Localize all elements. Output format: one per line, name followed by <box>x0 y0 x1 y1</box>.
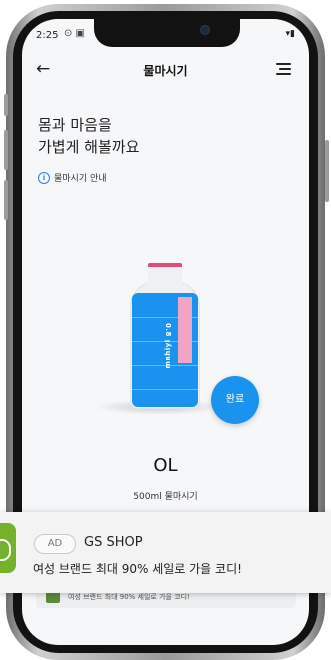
info-link[interactable]: i 물마시기 안내 <box>38 171 107 184</box>
done-button[interactable]: 완료 <box>211 376 259 424</box>
volume-down-button <box>4 180 8 220</box>
heading-line-1: 몸과 마음을 <box>38 116 112 134</box>
status-time: 2:25 <box>36 30 59 41</box>
status-icons: ⊙ ▣ <box>64 28 86 39</box>
bottle-label <box>178 297 192 363</box>
water-amount: OL <box>153 455 178 476</box>
water-level-line <box>132 389 198 390</box>
water-amount-subtitle: 500ml 물마시기 <box>133 492 198 502</box>
hamburger-menu-icon[interactable] <box>276 63 291 75</box>
ad-brand-name: GS SHOP <box>84 535 143 550</box>
gs-shop-logo-icon <box>0 523 16 573</box>
ad-badge: AD <box>34 534 76 554</box>
heading-line-2: 가볍게 해볼까요 <box>38 138 140 156</box>
ad-banner[interactable]: AD GS SHOP 여성 브랜드 최대 90% 세일로 가을 코디! <box>0 512 331 593</box>
ad-text: 여성 브랜드 최대 90% 세일로 가을 코디! <box>33 562 242 576</box>
page-title: 물마시기 <box>143 64 188 78</box>
notch <box>94 19 240 47</box>
info-link-label: 물마시기 안내 <box>54 174 107 184</box>
power-button <box>325 140 329 202</box>
mute-switch <box>4 94 8 116</box>
info-icon: i <box>38 171 50 184</box>
volume-up-button <box>4 130 8 170</box>
main-heading: 몸과 마음을 가볍게 해볼까요 <box>38 114 139 158</box>
bottle-cap <box>148 263 182 289</box>
camera-icon <box>200 25 210 35</box>
battery-wifi-icon: ▾▮ <box>285 29 295 39</box>
bottle-label-text: 0.8 ꞁʎᴉɥᴚɯ <box>164 323 172 369</box>
top-nav: ← 물마시기 <box>22 59 309 83</box>
